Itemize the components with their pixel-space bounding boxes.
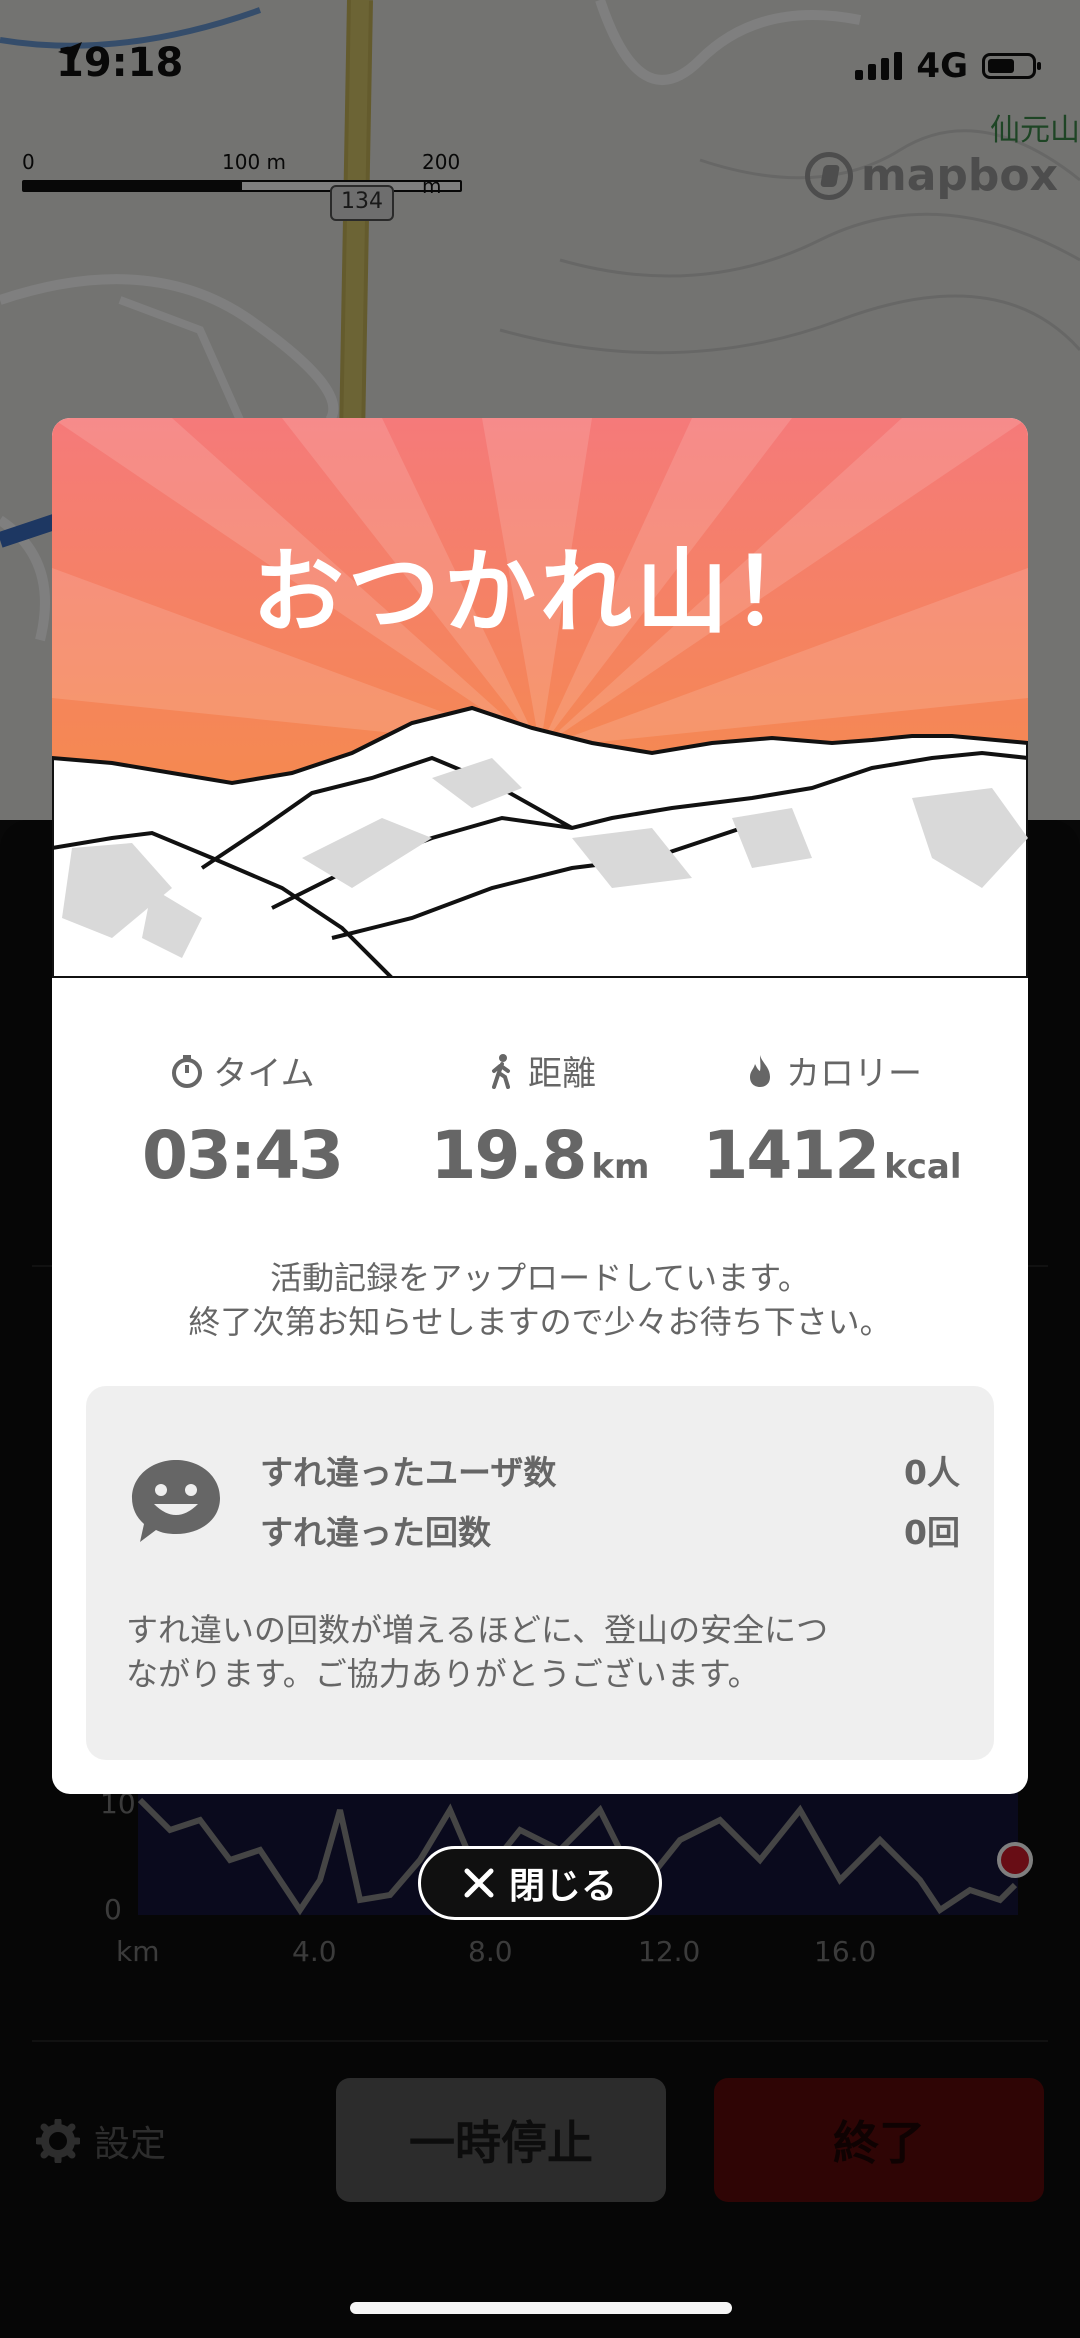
close-label: 閉じる: [508, 1866, 617, 1907]
stopwatch-icon: [172, 1054, 203, 1088]
flame-icon: [750, 1054, 770, 1087]
encounter-users-row: すれ違ったユーザ数 0人: [260, 1446, 960, 1494]
encounter-users-label: すれ違ったユーザ数: [260, 1453, 557, 1492]
close-icon: [464, 1868, 494, 1898]
smiley-chat-icon: [132, 1460, 220, 1542]
stat-distance-value: 19.8: [430, 1117, 588, 1194]
stat-distance-unit: km: [591, 1147, 650, 1187]
stat-time-value: 03:43: [141, 1117, 344, 1194]
encounter-count-row: すれ違った回数 0回: [260, 1506, 960, 1554]
encounter-note: すれ違いの回数が増えるほどに、登山の安全につ ながります。ご協力ありがとうござい…: [126, 1611, 829, 1693]
encounter-count-value: 0回: [904, 1513, 960, 1552]
stat-calories-unit: kcal: [884, 1147, 962, 1187]
upload-message: 活動記録をアップロードしています。 終了次第お知らせしますので少々お待ち下さい。: [188, 1259, 892, 1341]
hero-banner: おつかれ山！: [52, 418, 1028, 980]
encounter-count-label: すれ違った回数: [260, 1513, 491, 1552]
home-indicator[interactable]: [350, 2302, 732, 2314]
completion-modal: おつかれ山！ タイム 03:43 距離 19.8 km カロリー 1412 kc…: [52, 418, 1028, 1794]
stat-calories: カロリー 1412 kcal: [672, 1046, 992, 1194]
stat-distance: 距離 19.8 km: [390, 1046, 690, 1194]
modal-title: おつかれ山！: [251, 539, 828, 646]
hiker-icon: [492, 1053, 510, 1089]
encounter-users-value: 0人: [904, 1453, 960, 1492]
stat-time: タイム 03:43: [92, 1046, 392, 1194]
stat-time-label: タイム: [213, 1054, 315, 1094]
activity-stats: タイム 03:43 距離 19.8 km カロリー 1412 kcal: [52, 1046, 1028, 1196]
mountain-illustration: [52, 418, 1028, 980]
stat-calories-value: 1412: [702, 1117, 880, 1194]
close-button[interactable]: 閉じる: [418, 1846, 662, 1920]
stat-calories-label: カロリー: [786, 1054, 922, 1094]
encounter-panel: すれ違ったユーザ数 0人 すれ違った回数 0回 すれ違いの回数が増えるほどに、登…: [86, 1386, 994, 1760]
stat-distance-label: 距離: [528, 1054, 596, 1094]
